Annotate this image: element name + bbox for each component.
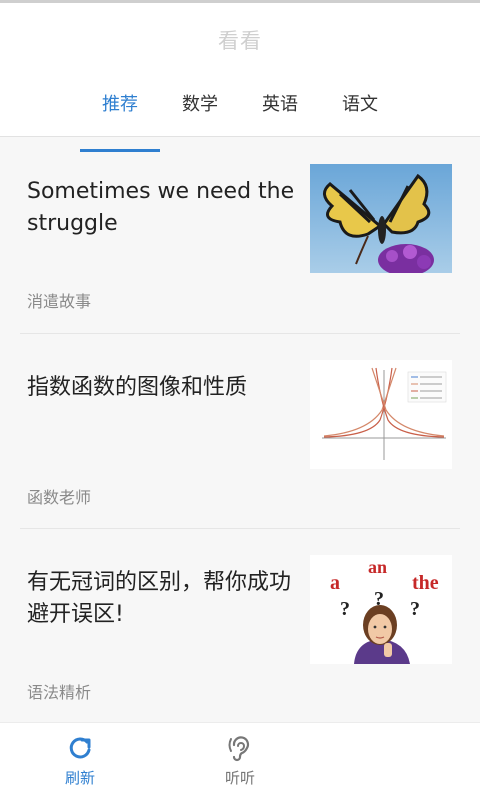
nav-listen-button[interactable]: 听听 [200,733,280,788]
app-title: 看看 [218,29,262,53]
article-title: 有无冠词的区别，帮你成功避开误区! [27,570,292,627]
question-mark: ? [340,598,350,620]
article-source: 语法精析 [27,683,92,702]
bottom-navigation: 刷新 听听 [0,723,480,800]
article-source: 消遣故事 [27,292,92,311]
article-title: 指数函数的图像和性质 [27,375,248,400]
thumbnail-word-an: an [368,557,387,577]
article-title: Sometimes we need the struggle [27,179,295,236]
article-card[interactable]: 有无冠词的区别，帮你成功避开误区! 语法精析 a an the ? ? ? [20,528,460,723]
tab-chinese[interactable]: 语文 [320,91,400,137]
article-feed: Sometimes we need the struggle 消遣故事 指数函数… [0,138,480,723]
article-question-thumbnail: a an the ? ? ? [310,555,452,664]
tab-recommend[interactable]: 推荐 [80,91,160,152]
refresh-icon [40,733,120,763]
nav-refresh-button[interactable]: 刷新 [40,733,120,788]
article-source: 函数老师 [27,488,92,507]
question-mark: ? [410,598,420,620]
ear-icon [200,733,280,763]
nav-listen-label: 听听 [224,769,255,787]
tab-english[interactable]: 英语 [240,91,320,137]
thumbnail-word-the: the [412,572,439,594]
butterfly-thumbnail [310,164,452,273]
article-card[interactable]: Sometimes we need the struggle 消遣故事 [20,138,460,333]
article-card[interactable]: 指数函数的图像和性质 函数老师 [20,333,460,528]
exponential-graph-thumbnail [310,360,452,469]
nav-refresh-label: 刷新 [64,769,95,787]
tab-math[interactable]: 数学 [160,91,240,137]
thumbnail-word-a: a [330,572,340,594]
category-tabs: 推荐 数学 英语 语文 [80,91,400,152]
header: 看看 推荐 数学 英语 语文 [0,3,480,152]
